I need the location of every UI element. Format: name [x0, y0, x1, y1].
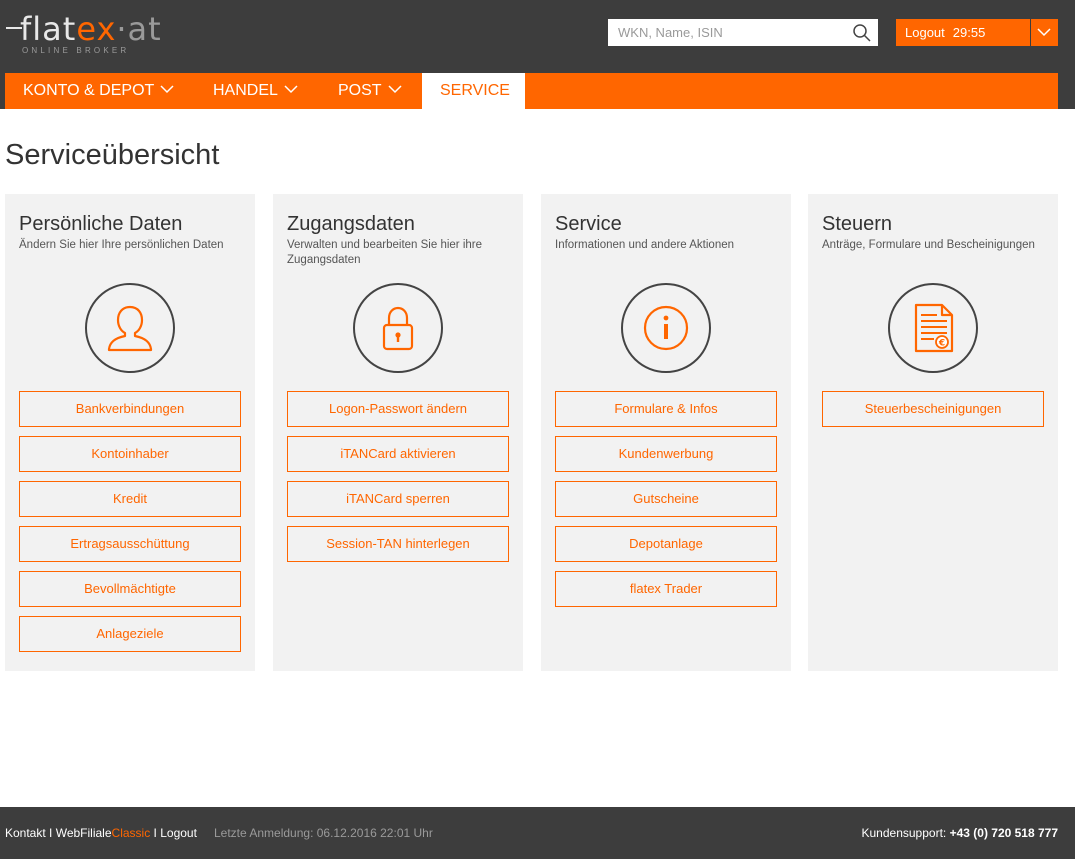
chevron-down-icon [1037, 28, 1051, 37]
ertragsausschuettung-button[interactable]: Ertragsausschüttung [19, 526, 241, 562]
chevron-down-icon [388, 85, 402, 93]
card-title: Service [555, 213, 622, 235]
nav-label: KONTO & DEPOT [23, 82, 155, 99]
anlageziele-button[interactable]: Anlageziele [19, 616, 241, 652]
nav-label: SERVICE [440, 82, 510, 99]
logout-button[interactable]: Logout 29:55 [896, 19, 1030, 46]
logo-subtitle: ONLINE BROKER [22, 46, 130, 55]
nav-item-post[interactable]: POST [338, 73, 402, 109]
customer-support: Kundensupport: +43 (0) 720 518 777 [862, 826, 1059, 840]
card-description: Verwalten und bearbeiten Sie hier ihre Z… [287, 239, 482, 266]
header: flatex·at ONLINE BROKER Logout 29:55 KONT… [0, 0, 1075, 109]
classic-label: Classic [111, 826, 151, 840]
search-box [608, 19, 878, 46]
logout-dropdown-button[interactable] [1031, 19, 1058, 46]
support-label: Kundensupport: [861, 826, 950, 840]
footer-link-kontakt[interactable]: Kontakt [5, 826, 46, 840]
webfiliale-label: WebFiliale [55, 826, 112, 840]
user-icon [85, 283, 175, 373]
support-phone[interactable]: +43 (0) 720 518 777 [950, 826, 1058, 840]
card-zugangsdaten: Zugangsdaten Verwalten und bearbeiten Si… [273, 194, 523, 671]
logo-text-x: ex [76, 10, 117, 48]
kundenwerbung-button[interactable]: Kundenwerbung [555, 436, 777, 472]
card-description: Ändern Sie hier Ihre persönlichen Daten [19, 239, 224, 251]
last-login-info: Letzte Anmeldung: 06.12.2016 22:01 Uhr [214, 826, 433, 840]
tax-document-icon: € [888, 283, 978, 373]
card-title: Steuern [822, 213, 893, 235]
footer-links: Kontakt I WebFilialeClassic I Logout [5, 826, 197, 840]
kredit-button[interactable]: Kredit [19, 481, 241, 517]
card-description: Informationen und andere Aktionen [555, 239, 735, 251]
gutscheine-button[interactable]: Gutscheine [555, 481, 777, 517]
flatex-trader-button[interactable]: flatex Trader [555, 571, 777, 607]
footer-separator: I [150, 826, 161, 840]
bevollmaechtigte-button[interactable]: Bevollmächtigte [19, 571, 241, 607]
nav-item-handel[interactable]: HANDEL [213, 73, 298, 109]
logo-text: flatex·at [20, 10, 162, 48]
card-description: Anträge, Formulare und Bescheinigungen [822, 239, 1035, 251]
bankverbindungen-button[interactable]: Bankverbindungen [19, 391, 241, 427]
card-steuern: Steuern Anträge, Formulare und Bescheini… [808, 194, 1058, 671]
lock-icon [353, 283, 443, 373]
itancard-sperren-button[interactable]: iTANCard sperren [287, 481, 509, 517]
footer-link-logout[interactable]: Logout [160, 826, 197, 840]
search-input[interactable] [608, 19, 848, 46]
steuerbescheinigungen-button[interactable]: Steuerbescheinigungen [822, 391, 1044, 427]
formulare-infos-button[interactable]: Formulare & Infos [555, 391, 777, 427]
main-nav: KONTO & DEPOT HANDEL POST SERVICE [5, 73, 1058, 109]
logout-label: Logout [905, 25, 945, 40]
footer: Kontakt I WebFilialeClassic I Logout Let… [0, 807, 1075, 859]
logon-passwort-aendern-button[interactable]: Logon-Passwort ändern [287, 391, 509, 427]
card-persoenliche-daten: Persönliche Daten Ändern Sie hier Ihre p… [5, 194, 255, 671]
nav-label: HANDEL [213, 82, 278, 99]
footer-separator: I [45, 826, 56, 840]
session-tan-hinterlegen-button[interactable]: Session-TAN hinterlegen [287, 526, 509, 562]
nav-item-konto-depot[interactable]: KONTO & DEPOT [23, 73, 174, 109]
chevron-down-icon [160, 85, 174, 93]
info-icon [621, 283, 711, 373]
kontoinhaber-button[interactable]: Kontoinhaber [19, 436, 241, 472]
card-title: Zugangsdaten [287, 213, 415, 235]
card-service: Service Informationen und andere Aktione… [541, 194, 791, 671]
card-title: Persönliche Daten [19, 213, 183, 235]
chevron-down-icon [284, 85, 298, 93]
page-title: Serviceübersicht [5, 139, 220, 171]
svg-text:€: € [938, 339, 945, 349]
logo-text-main: flat [20, 10, 77, 48]
search-icon[interactable] [852, 23, 872, 43]
nav-label: POST [338, 82, 382, 99]
logo-text-at: ·at [116, 10, 162, 48]
flatex-logo[interactable]: flatex·at ONLINE BROKER [6, 10, 186, 60]
nav-item-service[interactable]: SERVICE [422, 73, 525, 109]
depotanlage-button[interactable]: Depotanlage [555, 526, 777, 562]
itancard-aktivieren-button[interactable]: iTANCard aktivieren [287, 436, 509, 472]
footer-link-webfiliale-classic[interactable]: WebFilialeClassic [56, 826, 150, 840]
session-timer: 29:55 [952, 25, 986, 40]
